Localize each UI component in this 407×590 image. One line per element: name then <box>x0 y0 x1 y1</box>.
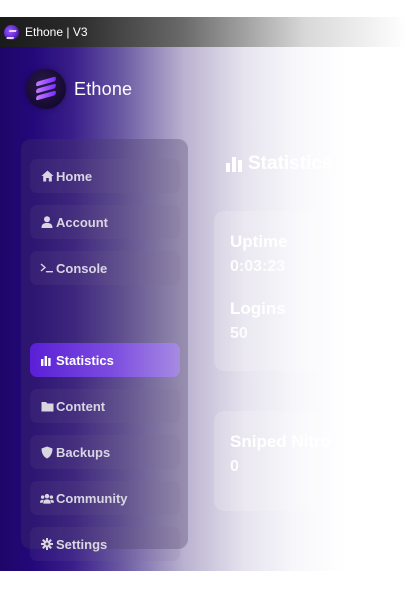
terminal-icon <box>40 261 54 275</box>
app-logo-icon <box>4 24 19 40</box>
sidebar-item-console[interactable]: Console <box>30 251 180 285</box>
sidebar-item-label: Backups <box>56 444 111 460</box>
sidebar-item-home[interactable]: Home <box>30 159 180 193</box>
logins-label: Logins <box>230 299 286 318</box>
sidebar-item-label: Community <box>56 490 128 506</box>
sidebar-item-label: Settings <box>56 536 108 552</box>
ethone-logo-icon <box>26 69 66 109</box>
sidebar-item-backups[interactable]: Backups <box>30 435 180 469</box>
home-icon <box>40 169 54 183</box>
sidebar: Home Account Console Statistics Content <box>21 139 188 561</box>
app-window: Ethone Home Account Console Statistics C… <box>0 47 407 571</box>
brand-name: Ethone <box>74 78 133 99</box>
sidebar-item-label: Account <box>56 214 108 230</box>
shield-icon <box>40 445 54 459</box>
uptime-value: 0:03:23 <box>230 258 286 275</box>
stats-card: Sniped Nitro 0 <box>214 411 364 511</box>
sniped-nitro-label: Sniped Nitro <box>230 432 332 451</box>
logins-value: 50 <box>230 325 248 342</box>
sidebar-item-community[interactable]: Community <box>30 481 180 515</box>
sidebar-item-settings[interactable]: Settings <box>30 527 180 561</box>
sidebar-item-statistics[interactable]: Statistics <box>30 343 180 377</box>
page-title-text: Statistics <box>248 153 333 174</box>
sidebar-item-label: Statistics <box>56 352 114 368</box>
brand: Ethone <box>26 69 132 109</box>
folder-icon <box>40 399 54 413</box>
user-icon <box>40 215 54 229</box>
sidebar-item-label: Home <box>56 168 93 184</box>
bar-chart-icon <box>226 156 244 172</box>
sidebar-item-label: Content <box>56 398 106 414</box>
page-title: Statistics <box>226 153 332 175</box>
stats-card: Uptime 0:03:23 Logins 50 <box>214 211 364 371</box>
sidebar-item-content[interactable]: Content <box>30 389 180 423</box>
users-icon <box>40 491 54 505</box>
sidebar-item-account[interactable]: Account <box>30 205 180 239</box>
sniped-nitro-value: 0 <box>230 458 239 475</box>
gear-icon <box>40 537 54 551</box>
uptime-label: Uptime <box>230 232 288 251</box>
window-title: Ethone | V3 <box>25 25 88 39</box>
bar-chart-icon <box>40 353 54 367</box>
sidebar-item-label: Console <box>56 260 108 276</box>
window-title-bar: Ethone | V3 <box>0 17 407 47</box>
